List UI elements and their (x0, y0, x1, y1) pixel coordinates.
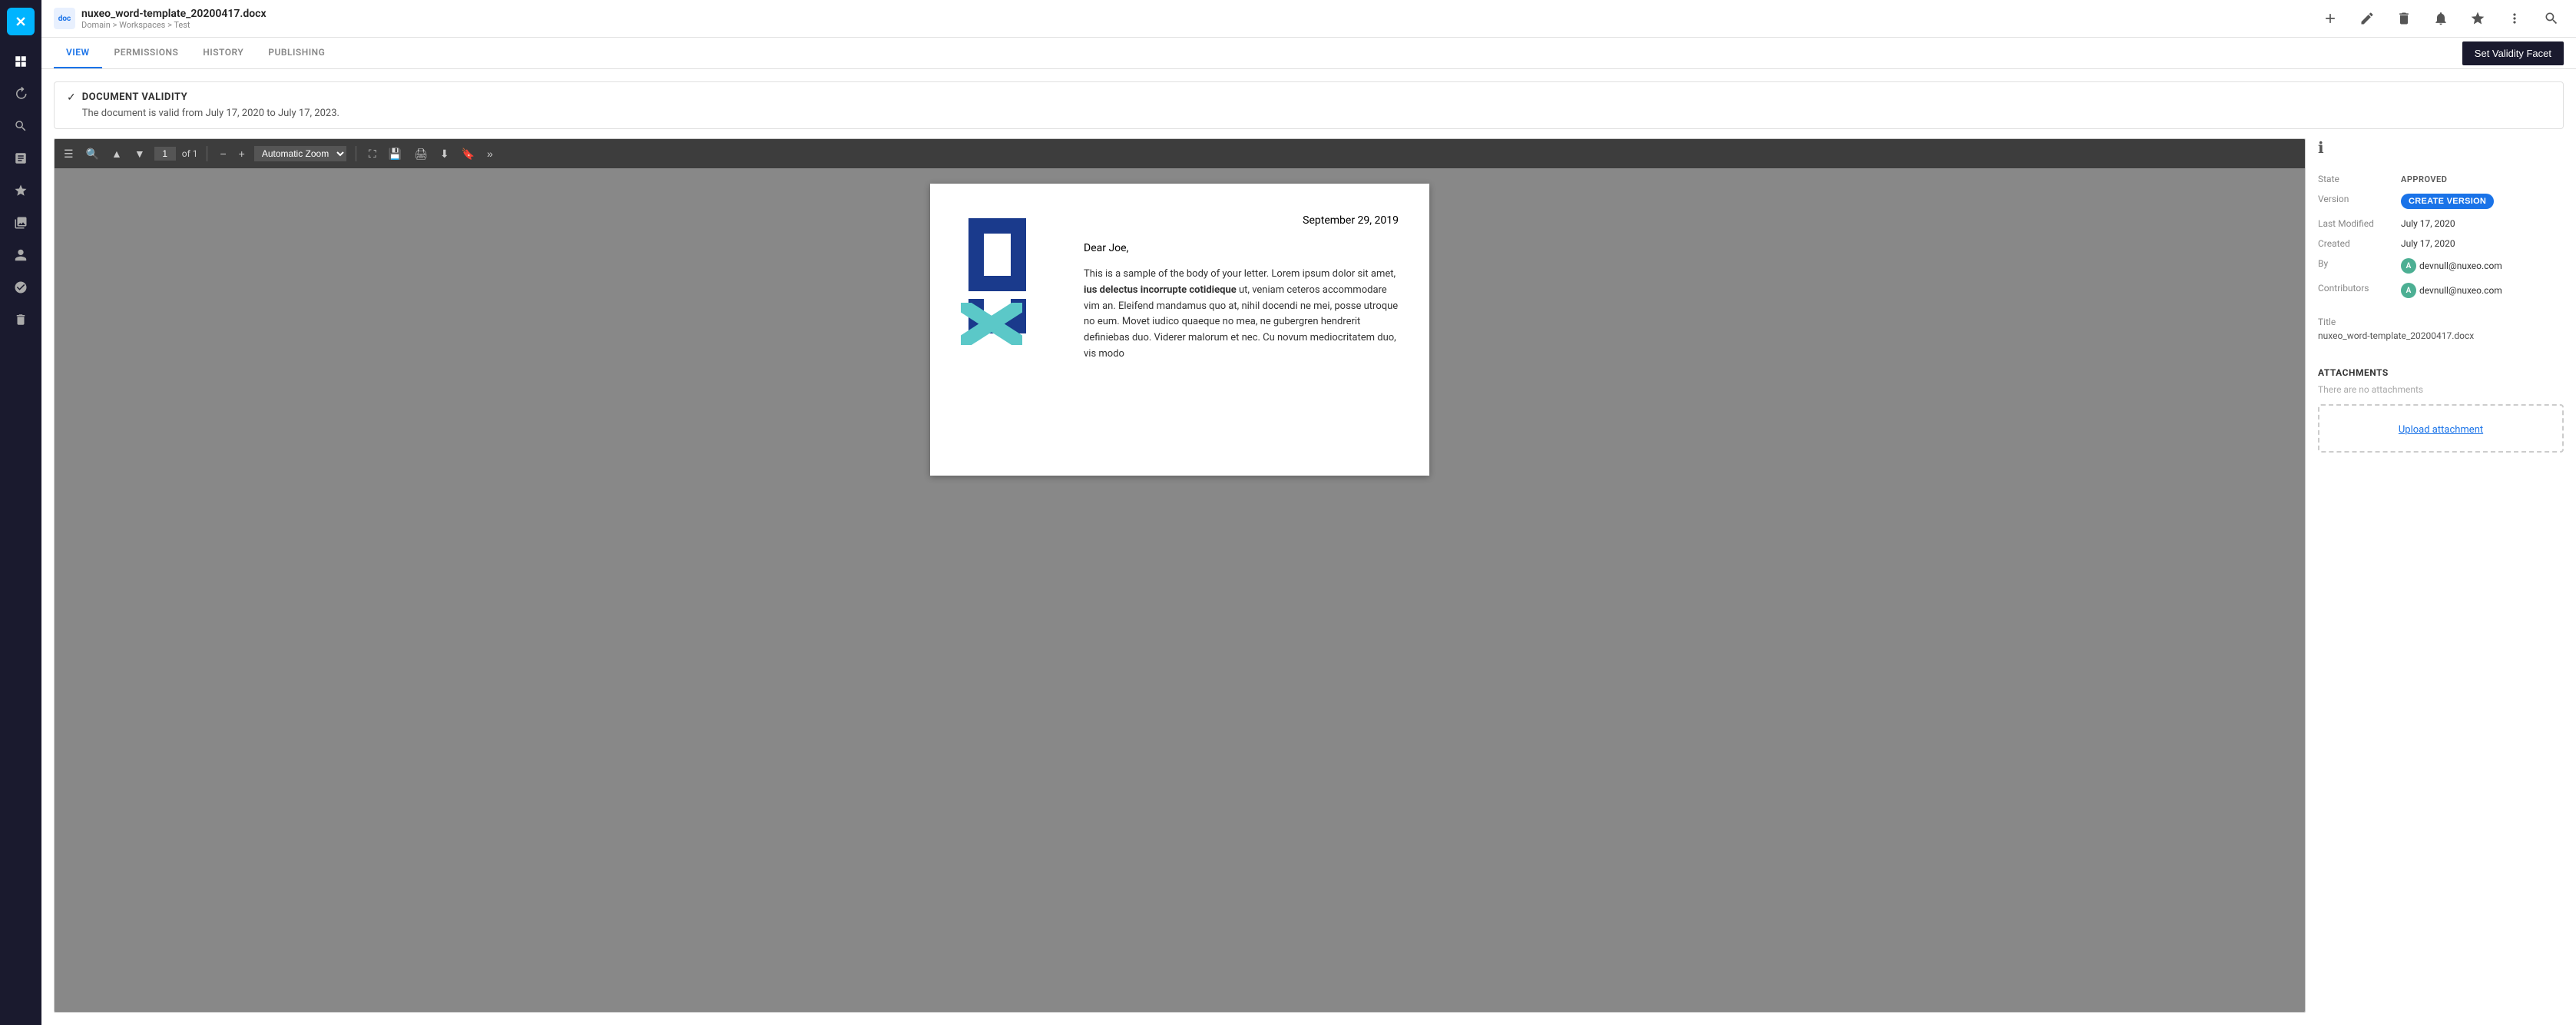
validity-description: The document is valid from July 17, 2020… (82, 108, 339, 119)
main-content: doc nuxeo_word-template_20200417.docx Do… (41, 0, 2576, 1025)
title-label: Title (2318, 317, 2395, 327)
alert-button[interactable] (2429, 6, 2453, 31)
sidebar-item-admin[interactable] (7, 274, 35, 301)
state-badge: APPROVED (2401, 174, 2447, 184)
pdf-search-btn[interactable]: 🔍 (83, 146, 102, 162)
tabs-left: VIEW PERMISSIONS HISTORY PUBLISHING (54, 38, 337, 68)
split-area: ☰ 🔍 ▲ ▼ of 1 − + Automatic Zoom 50% 75% … (54, 138, 2564, 1013)
contributor-avatar: A (2401, 283, 2416, 298)
set-validity-button[interactable]: Set Validity Facet (2462, 41, 2564, 65)
pdf-prev-page[interactable]: ▲ (108, 146, 125, 161)
document-icon: doc (54, 8, 75, 29)
last-modified-label: Last Modified (2318, 218, 2395, 229)
attachments-title: ATTACHMENTS (2318, 367, 2564, 378)
pdf-page-input[interactable] (154, 147, 176, 161)
sidebar-item-profile[interactable] (7, 241, 35, 269)
pdf-page-of: of 1 (182, 148, 198, 159)
last-modified-value: July 17, 2020 (2401, 218, 2564, 229)
upload-attachment-link[interactable]: Upload attachment (2399, 424, 2483, 436)
metadata-row-state: State APPROVED (2318, 169, 2564, 189)
create-version-button[interactable]: CREATE VERSION (2401, 194, 2494, 209)
doc-filename: nuxeo_word-template_20200417.docx (81, 8, 267, 20)
metadata-row-title: Title nuxeo_word-template_20200417.docx (2318, 312, 2564, 346)
state-label: State (2318, 174, 2395, 184)
search-button[interactable] (2539, 6, 2564, 31)
more-button[interactable] (2502, 6, 2527, 31)
metadata-row-created: Created July 17, 2020 (2318, 234, 2564, 254)
by-avatar: A (2401, 258, 2416, 274)
pdf-content: September 29, 2019 Dear Joe, This is a s… (55, 168, 2305, 1012)
pdf-sidebar-toggle[interactable]: ☰ (61, 146, 77, 162)
sidebar-item-trash[interactable] (7, 306, 35, 333)
tabs-bar: VIEW PERMISSIONS HISTORY PUBLISHING Set … (41, 38, 2576, 69)
app-logo[interactable]: ✕ (7, 8, 35, 35)
validity-text-block: DOCUMENT VALIDITY The document is valid … (82, 91, 339, 119)
by-email: devnull@nuxeo.com (2419, 260, 2502, 271)
metadata-row-last-modified: Last Modified July 17, 2020 (2318, 214, 2564, 234)
tab-view[interactable]: VIEW (54, 38, 102, 68)
pdf-letter-body: This is a sample of the body of your let… (1084, 267, 1399, 363)
sidebar-item-tasks[interactable] (7, 144, 35, 172)
info-icon[interactable]: ℹ (2318, 138, 2324, 157)
content-body: ✓ DOCUMENT VALIDITY The document is vali… (41, 69, 2576, 1025)
validity-check-icon: ✓ (67, 91, 76, 104)
sidebar-item-collections[interactable] (7, 209, 35, 237)
title-value: nuxeo_word-template_20200417.docx (2318, 330, 2474, 341)
validity-banner: ✓ DOCUMENT VALIDITY The document is vali… (54, 81, 2564, 129)
pdf-print[interactable]: 🖨 (411, 146, 431, 162)
pdf-zoom-in[interactable]: + (236, 146, 248, 161)
pdf-bookmark[interactable]: 🔖 (459, 146, 478, 162)
nuxeo-x-logo (961, 303, 1022, 348)
svg-text:✕: ✕ (15, 15, 26, 30)
pdf-toolbar: ☰ 🔍 ▲ ▼ of 1 − + Automatic Zoom 50% 75% … (55, 139, 2305, 168)
header-right (2318, 6, 2564, 31)
pdf-zoom-select[interactable]: Automatic Zoom 50% 75% 100% 125% 150% (254, 146, 346, 161)
header-left: doc nuxeo_word-template_20200417.docx Do… (54, 8, 267, 30)
breadcrumb: Domain > Workspaces > Test (81, 20, 267, 30)
pdf-page: September 29, 2019 Dear Joe, This is a s… (930, 184, 1429, 476)
upload-attachment-area[interactable]: Upload attachment (2318, 404, 2564, 453)
tab-history[interactable]: HISTORY (190, 38, 256, 68)
tab-publishing[interactable]: PUBLISHING (256, 38, 337, 68)
pdf-zoom-out[interactable]: − (217, 146, 229, 161)
pdf-download[interactable]: ⬇ (437, 146, 452, 162)
created-value: July 17, 2020 (2401, 238, 2564, 249)
no-attachments-text: There are no attachments (2318, 384, 2564, 395)
metadata-row-contributors: Contributors A devnull@nuxeo.com (2318, 278, 2564, 303)
top-header: doc nuxeo_word-template_20200417.docx Do… (41, 0, 2576, 38)
pdf-more[interactable]: » (484, 146, 496, 161)
pdf-fullscreen[interactable]: ⛶ (366, 146, 379, 162)
version-label: Version (2318, 194, 2395, 204)
contributor-email: devnull@nuxeo.com (2419, 285, 2502, 296)
by-label: By (2318, 258, 2395, 269)
sidebar-item-dashboard[interactable] (7, 48, 35, 75)
pdf-next-page[interactable]: ▼ (131, 146, 148, 161)
pdf-letter-date: September 29, 2019 (1084, 214, 1399, 227)
tab-permissions[interactable]: PERMISSIONS (102, 38, 191, 68)
right-panel: ℹ State APPROVED Version CREATE VERSION (2318, 138, 2564, 1013)
metadata-table: State APPROVED Version CREATE VERSION La… (2318, 169, 2564, 346)
contributors-value-row: A devnull@nuxeo.com (2401, 283, 2564, 298)
pdf-letter-greeting: Dear Joe, (1084, 242, 1399, 254)
created-label: Created (2318, 238, 2395, 249)
add-button[interactable] (2318, 6, 2343, 31)
sidebar-item-search[interactable] (7, 112, 35, 140)
metadata-row-version: Version CREATE VERSION (2318, 189, 2564, 214)
by-value-row: A devnull@nuxeo.com (2401, 258, 2564, 274)
pdf-viewer: ☰ 🔍 ▲ ▼ of 1 − + Automatic Zoom 50% 75% … (54, 138, 2306, 1013)
delete-button[interactable] (2392, 6, 2416, 31)
sidebar-item-recent[interactable] (7, 80, 35, 108)
sidebar: ✕ (0, 0, 41, 1025)
star-button[interactable] (2465, 6, 2490, 31)
contributors-label: Contributors (2318, 283, 2395, 294)
validity-title: DOCUMENT VALIDITY (82, 91, 339, 103)
pdf-save[interactable]: 💾 (386, 146, 405, 162)
edit-button[interactable] (2355, 6, 2379, 31)
attachments-section: ATTACHMENTS There are no attachments Upl… (2318, 367, 2564, 453)
sidebar-item-favorites[interactable] (7, 177, 35, 204)
doc-title-area: nuxeo_word-template_20200417.docx Domain… (81, 8, 267, 30)
metadata-row-by: By A devnull@nuxeo.com (2318, 254, 2564, 278)
